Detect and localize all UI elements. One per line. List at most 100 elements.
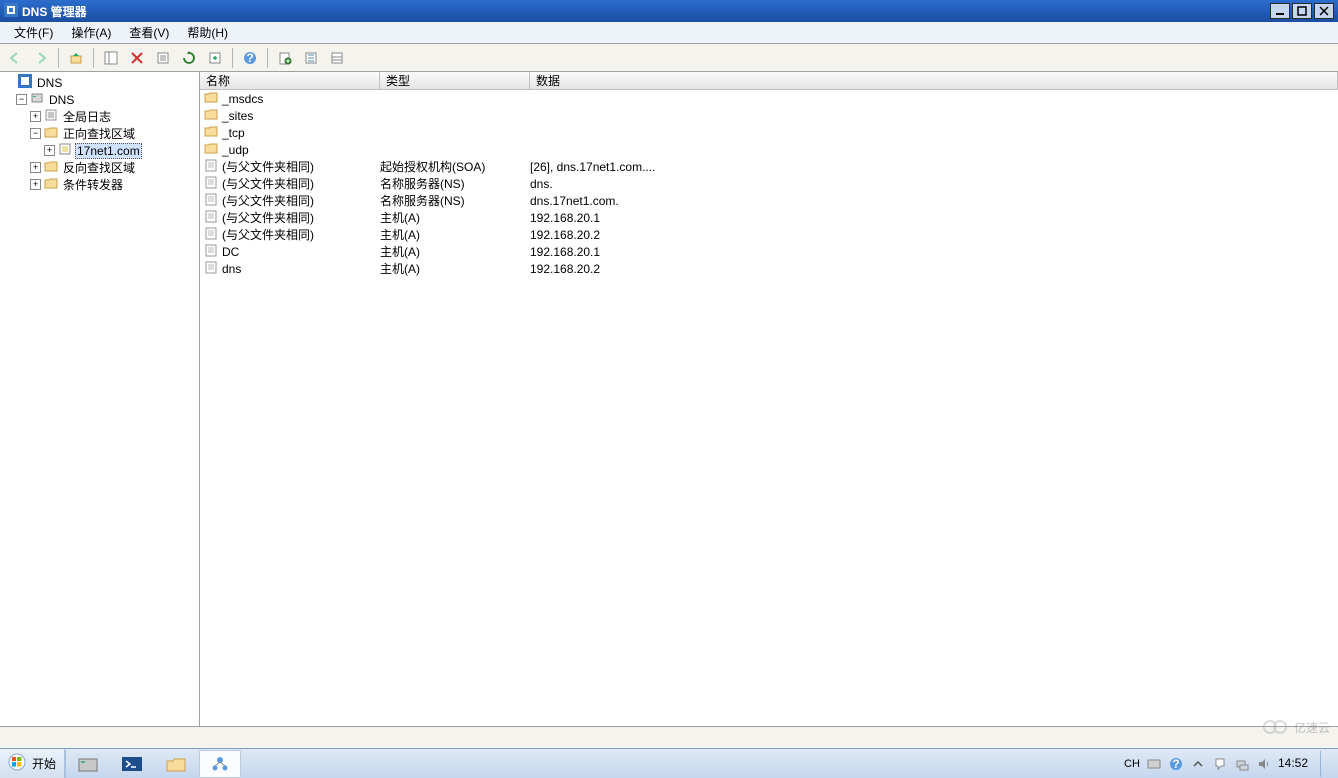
tray-chevron-icon[interactable]: [1190, 756, 1206, 772]
windows-icon: [8, 753, 26, 774]
tree-item-forward-zone[interactable]: − 正向查找区域: [0, 125, 199, 142]
refresh-button[interactable]: [178, 47, 200, 69]
record-name: _msdcs: [222, 92, 263, 106]
svg-text:?: ?: [246, 51, 253, 65]
forward-button[interactable]: [30, 47, 52, 69]
record-type: 名称服务器(NS): [380, 192, 530, 209]
back-button[interactable]: [4, 47, 26, 69]
tree-label: 17net1.com: [75, 143, 142, 159]
menu-view[interactable]: 查看(V): [121, 22, 177, 43]
record-icon: [204, 260, 218, 277]
server-icon: [30, 91, 44, 108]
record-data: 192.168.20.2: [530, 262, 1338, 276]
column-header-name[interactable]: 名称: [200, 72, 380, 89]
taskbar: 开始 CH ? 14:52: [0, 748, 1338, 778]
minimize-button[interactable]: [1270, 3, 1290, 19]
tray-clock[interactable]: 14:52: [1278, 757, 1308, 770]
tree-item-selected-zone[interactable]: + 17net1.com: [0, 142, 199, 159]
folder-icon: [44, 159, 58, 176]
record-data: dns.17net1.com.: [530, 194, 1338, 208]
window-title: DNS 管理器: [22, 3, 87, 20]
record-data: 192.168.20.1: [530, 245, 1338, 259]
ime-indicator[interactable]: CH: [1124, 756, 1140, 772]
list-record-row[interactable]: (与父文件夹相同) 名称服务器(NS)dns.: [200, 175, 1338, 192]
expander-icon[interactable]: +: [30, 179, 41, 190]
export-button[interactable]: [204, 47, 226, 69]
expander-icon[interactable]: +: [30, 111, 41, 122]
expander-icon[interactable]: −: [30, 128, 41, 139]
expander-icon[interactable]: +: [44, 145, 55, 156]
up-button[interactable]: [65, 47, 87, 69]
record-name: (与父文件夹相同): [222, 175, 314, 192]
list-folder-row[interactable]: _msdcs: [200, 90, 1338, 107]
network-icon[interactable]: [1234, 756, 1250, 772]
folder-icon: [204, 107, 218, 124]
record-name: (与父文件夹相同): [222, 226, 314, 243]
tree-item-reverse-zone[interactable]: + 反向查找区域: [0, 159, 199, 176]
list-folder-row[interactable]: _udp: [200, 141, 1338, 158]
column-header-data[interactable]: 数据: [530, 72, 1338, 89]
record-icon: [204, 209, 218, 226]
toolbar-separator: [232, 48, 233, 68]
toolbar-separator: [93, 48, 94, 68]
tree-item-conditional-forwarders[interactable]: + 条件转发器: [0, 176, 199, 193]
taskbar-separator: [65, 750, 66, 778]
list-record-row[interactable]: (与父文件夹相同)主机(A)192.168.20.2: [200, 226, 1338, 243]
menubar: 文件(F) 操作(A) 查看(V) 帮助(H): [0, 22, 1338, 44]
volume-icon[interactable]: [1256, 756, 1272, 772]
show-hide-tree-button[interactable]: [100, 47, 122, 69]
record-data: dns.: [530, 177, 1338, 191]
taskbar-item-explorer[interactable]: [155, 750, 197, 778]
show-desktop-button[interactable]: [1320, 751, 1330, 777]
list-view-button[interactable]: [326, 47, 348, 69]
start-button[interactable]: 开始: [0, 749, 65, 778]
toolbar: ?: [0, 44, 1338, 72]
tree-item-global-log[interactable]: + 全局日志: [0, 108, 199, 125]
list-folder-row[interactable]: _tcp: [200, 124, 1338, 141]
menu-help[interactable]: 帮助(H): [179, 22, 236, 43]
taskbar-item-powershell[interactable]: [111, 750, 153, 778]
taskbar-item-dns-manager[interactable]: [199, 750, 241, 778]
list-record-row[interactable]: DC主机(A)192.168.20.1: [200, 243, 1338, 260]
list-pane: 名称 类型 数据 _msdcs_sites_tcp_udp(与父文件夹相同)起始…: [200, 72, 1338, 726]
expander-icon[interactable]: +: [30, 162, 41, 173]
ime-options-icon[interactable]: [1146, 756, 1162, 772]
taskbar-item-server-manager[interactable]: [67, 750, 109, 778]
record-icon: [204, 175, 218, 192]
list-record-row[interactable]: (与父文件夹相同)名称服务器(NS)dns.17net1.com.: [200, 192, 1338, 209]
tree-label: 条件转发器: [61, 176, 125, 193]
column-header-type[interactable]: 类型: [380, 72, 530, 89]
menu-file[interactable]: 文件(F): [6, 22, 61, 43]
list-record-row[interactable]: (与父文件夹相同)起始授权机构(SOA)[26], dns.17net1.com…: [200, 158, 1338, 175]
record-name: (与父文件夹相同): [222, 158, 314, 175]
new-record-button[interactable]: [274, 47, 296, 69]
list-folder-row[interactable]: _sites: [200, 107, 1338, 124]
action-center-icon[interactable]: [1212, 756, 1228, 772]
properties-button[interactable]: [152, 47, 174, 69]
record-name: dns: [222, 262, 241, 276]
tree-server[interactable]: − DNS: [0, 91, 199, 108]
folder-icon: [204, 124, 218, 141]
record-icon: [204, 192, 218, 209]
log-icon: [44, 108, 58, 125]
tree-root[interactable]: DNS: [0, 74, 199, 91]
tree-label: 正向查找区域: [61, 125, 137, 142]
tree-pane[interactable]: DNS − DNS + 全局日志 − 正向查找区域 + 17net1.com +…: [0, 72, 200, 726]
menu-action[interactable]: 操作(A): [63, 22, 119, 43]
record-icon: [204, 226, 218, 243]
record-type: 主机(A): [380, 243, 530, 260]
help-tray-icon[interactable]: ?: [1168, 756, 1184, 772]
record-type: 名称服务器(NS): [380, 175, 530, 192]
expander-icon[interactable]: −: [16, 94, 27, 105]
filter-button[interactable]: [300, 47, 322, 69]
list-record-row[interactable]: (与父文件夹相同)主机(A)192.168.20.1: [200, 209, 1338, 226]
list-body[interactable]: _msdcs_sites_tcp_udp(与父文件夹相同)起始授权机构(SOA)…: [200, 90, 1338, 726]
record-data: 192.168.20.2: [530, 228, 1338, 242]
maximize-button[interactable]: [1292, 3, 1312, 19]
folder-icon: [204, 141, 218, 158]
list-record-row[interactable]: dns主机(A)192.168.20.2: [200, 260, 1338, 277]
help-button[interactable]: ?: [239, 47, 261, 69]
delete-button[interactable]: [126, 47, 148, 69]
clock-time: 14:52: [1278, 757, 1308, 770]
close-button[interactable]: [1314, 3, 1334, 19]
